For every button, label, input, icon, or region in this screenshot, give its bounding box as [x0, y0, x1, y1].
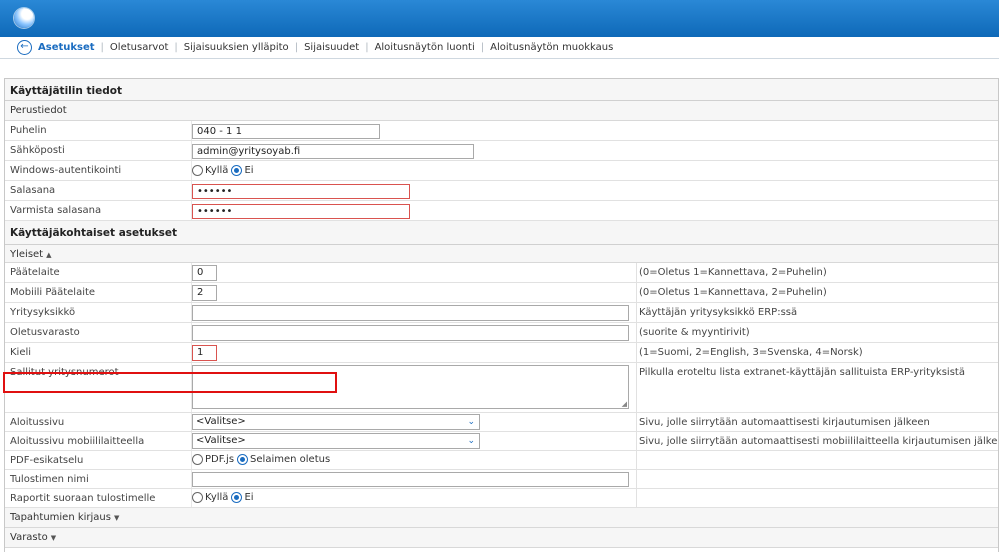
email-label: Sähköposti [10, 145, 65, 156]
mobile-start-page-select[interactable]: <Valitse> ⌄ [192, 433, 480, 449]
language-input[interactable]: 1 [192, 345, 217, 361]
group-basic: Perustiedot [5, 101, 999, 121]
row-mobile-start-page: Aloitussivu mobiililaitteella <Valitse> … [5, 432, 999, 451]
nav-sijaisuuksien-yllapito[interactable]: Sijaisuuksien ylläpito [178, 42, 295, 53]
confirm-password-label: Varmista salasana [10, 205, 102, 216]
mobile-start-page-value: <Valitse> [196, 435, 246, 446]
windows-auth-yes-label: Kyllä [205, 165, 229, 176]
mobile-terminal-input[interactable]: 2 [192, 285, 217, 301]
pdf-js-radio[interactable] [192, 454, 203, 465]
settings-panel: Käyttäjätilin tiedot Perustiedot Puhelin… [4, 78, 999, 552]
row-email: Sähköposti admin@yritysoyab.fi [5, 141, 999, 161]
pdf-preview-label: PDF-esikatselu [10, 455, 84, 466]
row-confirm-password: Varmista salasana •••••• [5, 201, 999, 221]
start-page-select[interactable]: <Valitse> ⌄ [192, 414, 480, 430]
terminal-label: Päätelaite [10, 267, 60, 278]
terminal-hint: (0=Oletus 1=Kannettava, 2=Puhelin) [639, 267, 827, 278]
group-title: Tapahtumien kirjaus [10, 512, 111, 523]
settings-nav: ← Asetukset | Oletusarvot | Sijaisuuksie… [0, 37, 999, 59]
nav-aloitusnayton-luonti[interactable]: Aloitusnäytön luonti [369, 42, 481, 53]
business-unit-hint: Käyttäjän yritysyksikkö ERP:ssä [639, 307, 798, 318]
section-title: Käyttäjätilin tiedot [10, 85, 122, 97]
direct-print-radios: Kyllä Ei [192, 492, 257, 503]
direct-print-label: Raportit suoraan tulostimelle [10, 493, 156, 504]
phone-input[interactable]: 040 - 1 1 [192, 124, 380, 139]
windows-auth-label: Windows-autentikointi [10, 165, 122, 176]
nav-asetukset[interactable]: Asetukset [38, 42, 101, 53]
start-page-hint: Sivu, jolle siirrytään automaattisesti k… [639, 417, 930, 428]
row-default-warehouse: Oletusvarasto (suorite & myyntirivit) [5, 323, 999, 343]
row-start-page: Aloitussivu <Valitse> ⌄ Sivu, jolle siir… [5, 413, 999, 432]
row-mobile-terminal: Mobiili Päätelaite 2 (0=Oletus 1=Kannett… [5, 283, 999, 303]
group-event-logging[interactable]: Tapahtumien kirjaus ▼ [5, 508, 999, 528]
row-phone: Puhelin 040 - 1 1 [5, 121, 999, 141]
pdf-preview-radios: PDF.js Selaimen oletus [192, 454, 333, 465]
default-warehouse-label: Oletusvarasto [10, 327, 80, 338]
row-password: Salasana •••••• [5, 181, 999, 201]
row-terminal: Päätelaite 0 (0=Oletus 1=Kannettava, 2=P… [5, 263, 999, 283]
row-direct-print: Raportit suoraan tulostimelle Kyllä Ei [5, 489, 999, 508]
default-warehouse-hint: (suorite & myyntirivit) [639, 327, 750, 338]
arrow-left-icon[interactable]: ← [17, 40, 32, 55]
group-general[interactable]: Yleiset ▲ [5, 245, 999, 263]
row-language: Kieli 1 (1=Suomi, 2=English, 3=Svenska, … [5, 343, 999, 363]
triangle-down-icon: ▼ [113, 514, 120, 522]
chevron-down-icon: ⌄ [467, 436, 475, 446]
highlight-box [3, 372, 337, 393]
start-page-label: Aloitussivu [10, 417, 65, 428]
direct-print-yes-radio[interactable] [192, 492, 203, 503]
email-input[interactable]: admin@yritysoyab.fi [192, 144, 474, 159]
password-label: Salasana [10, 185, 56, 196]
row-printer-name: Tulostimen nimi [5, 470, 999, 489]
windows-auth-no-radio[interactable] [231, 165, 243, 176]
browser-default-label: Selaimen oletus [250, 454, 331, 465]
printer-name-input[interactable] [192, 472, 629, 487]
app-header [0, 0, 999, 37]
nav-aloitusnayton-muokkaus[interactable]: Aloitusnäytön muokkaus [484, 42, 619, 53]
mobile-start-page-label: Aloitussivu mobiililaitteella [10, 436, 145, 447]
mobile-start-page-hint: Sivu, jolle siirrytään automaattisesti m… [639, 436, 999, 447]
browser-default-radio[interactable] [237, 454, 249, 465]
mobile-terminal-label: Mobiili Päätelaite [10, 287, 96, 298]
section-title: Käyttäjäkohtaiset asetukset [10, 227, 178, 239]
confirm-password-input[interactable]: •••••• [192, 204, 410, 219]
section-user-settings: Käyttäjäkohtaiset asetukset [5, 221, 999, 245]
business-unit-label: Yritysyksikkö [10, 307, 76, 318]
language-hint: (1=Suomi, 2=English, 3=Svenska, 4=Norsk) [639, 347, 863, 358]
direct-print-no-label: Ei [244, 492, 254, 503]
terminal-input[interactable]: 0 [192, 265, 217, 281]
direct-print-no-radio[interactable] [231, 492, 243, 503]
triangle-up-icon: ▲ [46, 251, 52, 259]
row-pdf-preview: PDF-esikatselu PDF.js Selaimen oletus [5, 451, 999, 470]
section-account: Käyttäjätilin tiedot [5, 79, 999, 101]
windows-auth-yes-radio[interactable] [192, 165, 203, 176]
group-title: Yleiset [10, 249, 44, 260]
allowed-companies-hint: Pilkulla eroteltu lista extranet-käyttäj… [639, 367, 965, 378]
password-input[interactable]: •••••• [192, 184, 410, 199]
triangle-down-icon: ▼ [50, 534, 57, 542]
row-business-unit: Yritysyksikkö Käyttäjän yritysyksikkö ER… [5, 303, 999, 323]
app-logo-icon [14, 8, 34, 28]
group-title: Varasto [10, 532, 48, 543]
group-title: Perustiedot [10, 105, 67, 116]
phone-label: Puhelin [10, 125, 47, 136]
start-page-value: <Valitse> [196, 416, 246, 427]
windows-auth-no-label: Ei [244, 165, 254, 176]
group-warehouse[interactable]: Varasto ▼ [5, 528, 999, 548]
nav-oletusarvot[interactable]: Oletusarvot [104, 42, 174, 53]
chevron-down-icon: ⌄ [467, 417, 475, 427]
default-warehouse-input[interactable] [192, 325, 629, 341]
direct-print-yes-label: Kyllä [205, 492, 229, 503]
business-unit-input[interactable] [192, 305, 629, 321]
pdf-js-label: PDF.js [205, 454, 235, 465]
mobile-terminal-hint: (0=Oletus 1=Kannettava, 2=Puhelin) [639, 287, 827, 298]
row-windows-auth: Windows-autentikointi Kyllä Ei [5, 161, 999, 181]
language-label: Kieli [10, 347, 32, 358]
nav-sijaisuudet[interactable]: Sijaisuudet [298, 42, 365, 53]
resize-grip-icon[interactable]: ◢ [622, 401, 627, 408]
windows-auth-radios: Kyllä Ei [192, 165, 257, 176]
printer-name-label: Tulostimen nimi [10, 474, 89, 485]
